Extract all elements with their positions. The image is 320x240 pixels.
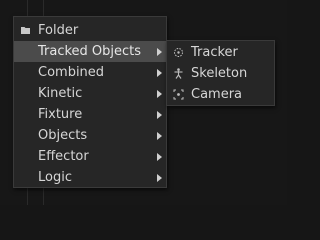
chevron-right-icon xyxy=(157,111,162,119)
chevron-right-icon xyxy=(157,132,162,140)
chevron-right-icon xyxy=(157,174,162,182)
menu-item-kinetic[interactable]: Kinetic xyxy=(14,83,166,104)
submenu-item-tracker[interactable]: Tracker xyxy=(167,42,274,63)
menu-item-label: Combined xyxy=(38,65,105,80)
menu-item-label: Tracked Objects xyxy=(38,44,142,59)
tracked-objects-submenu: Tracker Skeleton Camera xyxy=(166,40,275,106)
chevron-right-icon xyxy=(157,153,162,161)
chevron-right-icon xyxy=(157,69,162,77)
menu-item-logic[interactable]: Logic xyxy=(14,167,166,188)
menu-item-folder[interactable]: Folder xyxy=(14,20,166,41)
submenu-item-label: Tracker xyxy=(191,45,238,60)
menu-item-label: Kinetic xyxy=(38,86,83,101)
submenu-item-camera[interactable]: Camera xyxy=(167,84,274,105)
chevron-right-icon xyxy=(157,90,162,98)
submenu-item-label: Camera xyxy=(191,87,243,102)
chevron-right-icon xyxy=(157,48,162,56)
skeleton-icon xyxy=(174,68,183,79)
menu-item-label: Fixture xyxy=(38,107,83,122)
context-menu: Folder Tracked Objects Combined Kinetic … xyxy=(13,16,167,188)
menu-item-effector[interactable]: Effector xyxy=(14,146,166,167)
menu-item-label: Logic xyxy=(38,170,72,185)
menu-item-label: Objects xyxy=(38,128,88,143)
camera-icon xyxy=(173,89,184,100)
menu-item-objects[interactable]: Objects xyxy=(14,125,166,146)
submenu-item-skeleton[interactable]: Skeleton xyxy=(167,63,274,84)
menu-item-label: Effector xyxy=(38,149,89,164)
submenu-item-label: Skeleton xyxy=(191,66,248,81)
menu-item-tracked-objects[interactable]: Tracked Objects xyxy=(14,41,166,62)
menu-item-label: Folder xyxy=(38,23,79,38)
menu-item-fixture[interactable]: Fixture xyxy=(14,104,166,125)
menu-item-combined[interactable]: Combined xyxy=(14,62,166,83)
folder-icon xyxy=(21,27,30,34)
tracker-icon xyxy=(174,48,183,57)
